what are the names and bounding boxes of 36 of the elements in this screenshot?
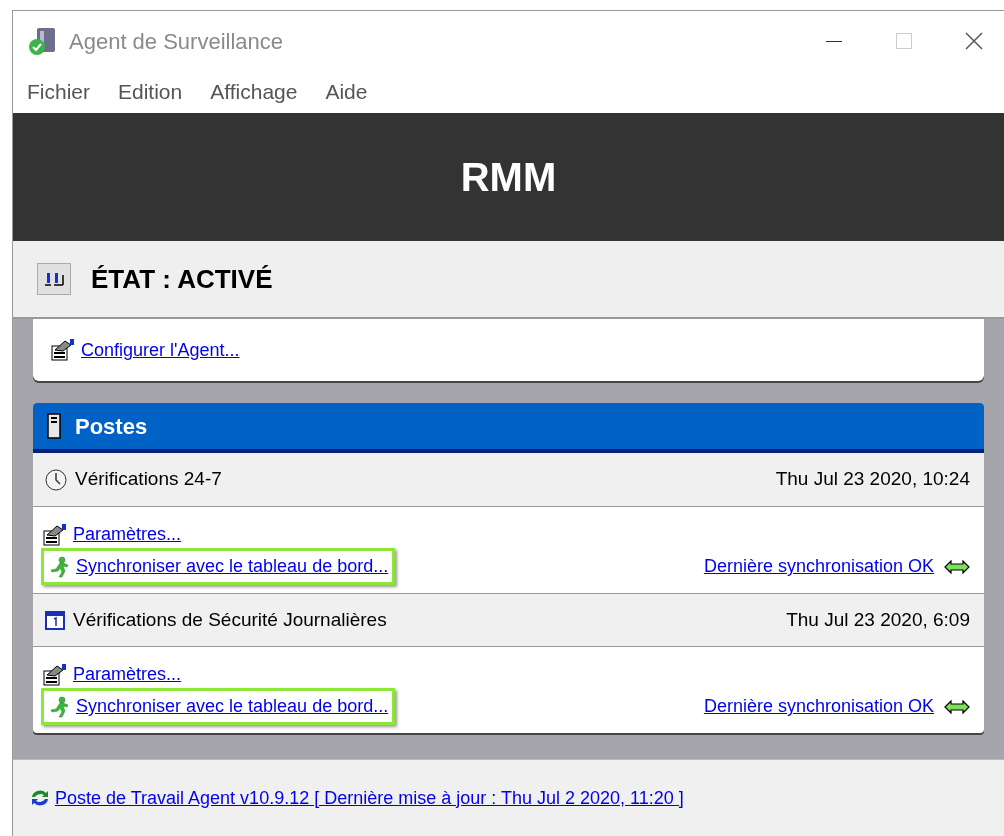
form-icon bbox=[51, 339, 75, 361]
sync-link[interactable]: Synchroniser avec le tableau de bord... bbox=[76, 693, 389, 720]
configure-link[interactable]: Configurer l'Agent... bbox=[81, 336, 240, 364]
sync-status-link[interactable]: Dernière synchronisation OK bbox=[703, 553, 934, 580]
settings-link[interactable]: Paramètres... bbox=[73, 661, 182, 688]
calendar-icon bbox=[45, 610, 65, 630]
pause-button[interactable] bbox=[37, 263, 71, 295]
maximize-icon bbox=[896, 33, 912, 49]
tower-icon bbox=[47, 413, 61, 439]
clock-icon bbox=[45, 468, 67, 491]
runner-icon bbox=[48, 695, 70, 718]
pause-icon bbox=[43, 271, 65, 287]
settings-link[interactable]: Paramètres... bbox=[73, 521, 182, 548]
form-icon bbox=[43, 523, 67, 546]
minimize-icon bbox=[826, 40, 842, 42]
sync-link[interactable]: Synchroniser avec le tableau de bord... bbox=[76, 553, 389, 580]
double-arrow-icon bbox=[944, 699, 970, 714]
menu-item[interactable]: Fichier bbox=[27, 76, 90, 108]
menu-item[interactable]: Aide bbox=[325, 76, 368, 108]
banner-title: RMM bbox=[460, 154, 557, 201]
window-title: Agent de Surveillance bbox=[69, 27, 284, 56]
agent-version-link[interactable]: Poste de Travail Agent v10.9.12 [ Dernière mise à jour : Thu Jul 2 2020, 11:20 ] bbox=[55, 784, 684, 812]
close-icon bbox=[964, 31, 984, 51]
panel-title: Postes bbox=[75, 412, 148, 441]
check-time: Thu Jul 23 2020, 10:24 bbox=[775, 467, 970, 492]
menu-item[interactable]: Affichage bbox=[210, 76, 298, 108]
form-icon bbox=[43, 663, 67, 686]
sync-status-link[interactable]: Dernière synchronisation OK bbox=[703, 693, 934, 720]
status-label: ÉTAT : ACTIVÉ bbox=[91, 262, 273, 296]
menu-item[interactable]: Edition bbox=[118, 76, 183, 108]
double-arrow-icon bbox=[944, 559, 970, 574]
check-name: Vérifications de Sécurité Journalières bbox=[73, 607, 387, 632]
check-name: Vérifications 24-7 bbox=[75, 467, 222, 492]
refresh-icon bbox=[29, 788, 51, 808]
runner-icon bbox=[48, 555, 70, 578]
check-time: Thu Jul 23 2020, 6:09 bbox=[786, 607, 970, 632]
